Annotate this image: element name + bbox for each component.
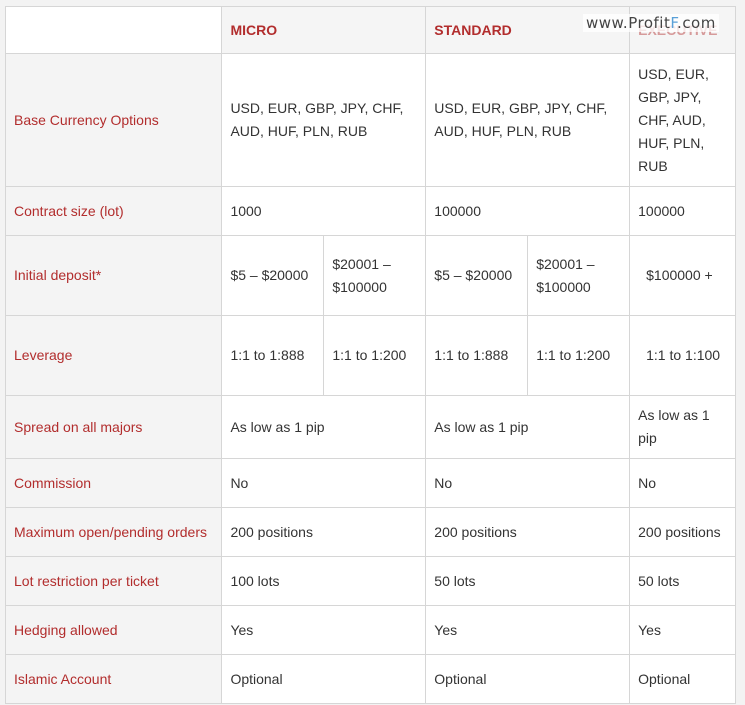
cell-micro: Optional xyxy=(221,654,427,704)
cell-executive: Yes xyxy=(629,605,736,655)
row-label: Islamic Account xyxy=(4,654,223,704)
cell-standard-tier1: $5 – $20000 xyxy=(434,267,513,283)
cell-executive: No xyxy=(629,458,736,508)
header-micro: MICRO xyxy=(221,6,427,54)
row-label: Maximum open/pending orders xyxy=(4,507,223,557)
cell-micro: 1000 xyxy=(221,186,427,236)
cell-standard-tier2: 1:1 to 1:200 xyxy=(527,316,629,395)
row-label: Spread on all majors xyxy=(4,395,223,459)
cell-micro: No xyxy=(221,458,427,508)
cell-standard-tier1: 1:1 to 1:888 xyxy=(434,347,509,363)
watermark-post: .com xyxy=(677,14,716,32)
cell-executive: $100000 + xyxy=(629,235,736,316)
account-comparison-table: MICRO STANDARD EXECUTIVE Base Currency O… xyxy=(4,6,736,704)
cell-executive: 100000 xyxy=(629,186,736,236)
cell-micro: Yes xyxy=(221,605,427,655)
row-label: Initial deposit* xyxy=(4,235,223,316)
cell-standard: USD, EUR, GBP, JPY, CHF, AUD, HUF, PLN, … xyxy=(425,53,631,187)
cell-micro: $5 – $20000 $20001 – $100000 xyxy=(221,235,427,316)
cell-micro-tier1: $5 – $20000 xyxy=(230,267,309,283)
cell-micro: 1:1 to 1:888 1:1 to 1:200 xyxy=(221,315,427,396)
cell-micro: 100 lots xyxy=(221,556,427,606)
cell-executive: Optional xyxy=(629,654,736,704)
table-row: Initial deposit* $5 – $20000 $20001 – $1… xyxy=(4,235,736,316)
cell-micro: USD, EUR, GBP, JPY, CHF, AUD, HUF, PLN, … xyxy=(221,53,427,187)
table-row: Lot restriction per ticket 100 lots 50 l… xyxy=(4,556,736,606)
cell-micro: As low as 1 pip xyxy=(221,395,427,459)
table-row: Contract size (lot) 1000 100000 100000 xyxy=(4,186,736,236)
cell-executive: 200 positions xyxy=(629,507,736,557)
table-row: Hedging allowed Yes Yes Yes xyxy=(4,605,736,655)
cell-standard: 50 lots xyxy=(425,556,631,606)
row-label: Lot restriction per ticket xyxy=(4,556,223,606)
cell-micro-tier1: 1:1 to 1:888 xyxy=(230,347,305,363)
cell-standard: 1:1 to 1:888 1:1 to 1:200 xyxy=(425,315,631,396)
cell-micro: 200 positions xyxy=(221,507,427,557)
cell-executive: 1:1 to 1:100 xyxy=(629,315,736,396)
row-label: Contract size (lot) xyxy=(4,186,223,236)
cell-executive: As low as 1 pip xyxy=(629,395,736,459)
table-row: Base Currency Options USD, EUR, GBP, JPY… xyxy=(4,53,736,187)
row-label: Base Currency Options xyxy=(4,53,223,187)
cell-standard: Yes xyxy=(425,605,631,655)
cell-micro-tier2: $20001 – $100000 xyxy=(323,236,425,315)
cell-standard: No xyxy=(425,458,631,508)
table-row: Spread on all majors As low as 1 pip As … xyxy=(4,395,736,459)
table-row: Leverage 1:1 to 1:888 1:1 to 1:200 1:1 t… xyxy=(4,315,736,396)
watermark-pre: www.Profit xyxy=(586,14,671,32)
cell-standard: $5 – $20000 $20001 – $100000 xyxy=(425,235,631,316)
cell-standard-tier2: $20001 – $100000 xyxy=(527,236,629,315)
row-label: Hedging allowed xyxy=(4,605,223,655)
row-label: Leverage xyxy=(4,315,223,396)
header-blank xyxy=(4,6,223,54)
cell-micro-tier2: 1:1 to 1:200 xyxy=(323,316,425,395)
cell-standard: 100000 xyxy=(425,186,631,236)
cell-executive: 50 lots xyxy=(629,556,736,606)
table-row: Islamic Account Optional Optional Option… xyxy=(4,654,736,704)
row-label: Commission xyxy=(4,458,223,508)
table-row: Maximum open/pending orders 200 position… xyxy=(4,507,736,557)
watermark: www.ProfitF.com xyxy=(583,14,719,32)
cell-standard: As low as 1 pip xyxy=(425,395,631,459)
cell-standard: 200 positions xyxy=(425,507,631,557)
cell-executive: USD, EUR, GBP, JPY, CHF, AUD, HUF, PLN, … xyxy=(629,53,736,187)
table-row: Commission No No No xyxy=(4,458,736,508)
cell-standard: Optional xyxy=(425,654,631,704)
